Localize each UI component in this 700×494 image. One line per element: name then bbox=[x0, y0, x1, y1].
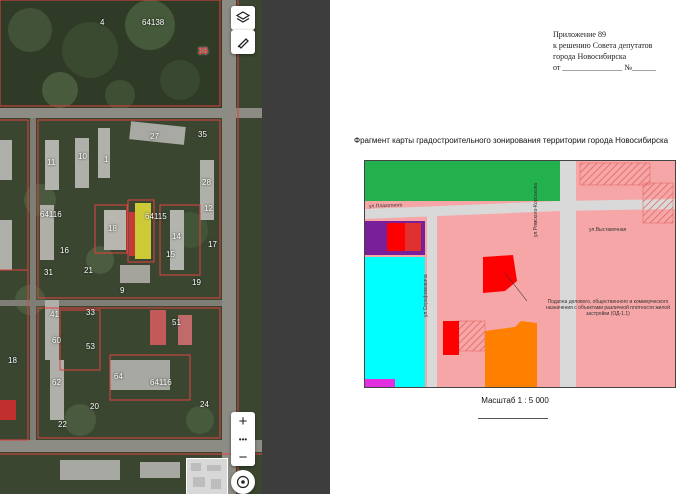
basemap-thumbnail-image bbox=[187, 459, 227, 494]
building-number-label: 53 bbox=[86, 342, 95, 351]
building-number-label: 28 bbox=[202, 178, 211, 187]
street-label: ул.Выставочная bbox=[589, 227, 627, 233]
green-zone bbox=[365, 161, 560, 201]
map-fragment-title: Фрагмент карты градостроительного зониро… bbox=[354, 136, 669, 145]
building-number-label: 11 bbox=[47, 158, 56, 167]
location-icon bbox=[236, 475, 250, 489]
layers-button[interactable] bbox=[231, 6, 255, 30]
zoom-in-button[interactable]: + bbox=[231, 412, 255, 430]
street-label: ул.Плахотного bbox=[368, 202, 403, 210]
block-number-label: 35 bbox=[198, 46, 209, 56]
map-scale: Масштаб 1 : 5 000 bbox=[481, 396, 549, 405]
parcel-label: 64138 bbox=[142, 18, 165, 27]
street-label: ул.Серафимовича bbox=[423, 274, 429, 317]
zoom-controls: + ••• − bbox=[231, 412, 255, 466]
building-number-label: 51 bbox=[172, 318, 181, 327]
map-imagery[interactable] bbox=[0, 0, 262, 494]
signature-line bbox=[478, 418, 548, 419]
building-number-label: 17 bbox=[208, 240, 217, 249]
building-number-label: 16 bbox=[60, 246, 69, 255]
basemap-thumbnail[interactable] bbox=[186, 458, 228, 494]
viewer-separator bbox=[262, 0, 330, 494]
building-number-label: 31 bbox=[44, 268, 53, 277]
building-number-label: 14 bbox=[172, 232, 181, 241]
building-number-label: 21 bbox=[84, 266, 93, 275]
parcel-label: 64116 bbox=[40, 210, 62, 219]
ruler-button[interactable] bbox=[231, 30, 255, 54]
more-button[interactable]: ••• bbox=[231, 430, 255, 448]
zoom-out-button[interactable]: − bbox=[231, 448, 255, 466]
appendix-line: города Новосибирска bbox=[553, 52, 627, 61]
layers-icon bbox=[236, 11, 250, 23]
zoning-map-graphic bbox=[365, 161, 675, 387]
cyan-zone bbox=[365, 257, 425, 387]
building-number-label: 4 bbox=[100, 18, 105, 27]
building-number-label: 19 bbox=[192, 278, 201, 287]
building-number-label: 24 bbox=[200, 400, 209, 409]
building-number-label: 15 bbox=[166, 250, 175, 259]
building-number-label: 18 bbox=[8, 356, 17, 365]
building-number-label: 41 bbox=[50, 310, 59, 319]
building-number-label: 9 bbox=[120, 286, 125, 295]
building-number-label: 33 bbox=[86, 308, 95, 317]
orange-zone bbox=[485, 321, 537, 387]
building-number-label: 22 bbox=[58, 420, 67, 429]
appendix-date-line: от _______________ №______ bbox=[553, 63, 657, 72]
parcel-label: 64115 bbox=[145, 212, 167, 221]
zoning-map: ул.Плахотного ул.Выставочная ул.Римского… bbox=[364, 160, 676, 388]
ruler-icon bbox=[237, 38, 249, 49]
document-page: Приложение 89 к решению Совета депутатов… bbox=[330, 0, 700, 494]
building-number-label: 27 bbox=[150, 132, 159, 141]
building-number-label: 64 bbox=[114, 372, 123, 381]
building-number-label: 12 bbox=[204, 204, 213, 213]
appendix-title: Приложение 89 bbox=[553, 30, 606, 39]
building-number-label: 62 bbox=[52, 378, 61, 387]
building-number-label: 1 bbox=[104, 155, 109, 164]
building-number-label: 18 bbox=[108, 224, 117, 233]
building-number-label: 60 bbox=[52, 336, 61, 345]
road bbox=[560, 161, 576, 387]
location-button[interactable] bbox=[231, 470, 255, 494]
building-number-label: 10 bbox=[78, 152, 87, 161]
parcel-label: 64116 bbox=[150, 378, 172, 387]
building-number-label: 20 bbox=[90, 402, 99, 411]
zone-annotation: Подзона делового, общественного и коммер… bbox=[545, 299, 671, 317]
building-number-label: 35 bbox=[198, 130, 207, 139]
appendix-line: к решению Совета депутатов bbox=[553, 41, 653, 50]
street-label: ул.Римского-Корсакова bbox=[533, 182, 539, 237]
satellite-map[interactable]: 64138 35 4 27 35 11 10 1 28 64116 64115 … bbox=[0, 0, 262, 494]
